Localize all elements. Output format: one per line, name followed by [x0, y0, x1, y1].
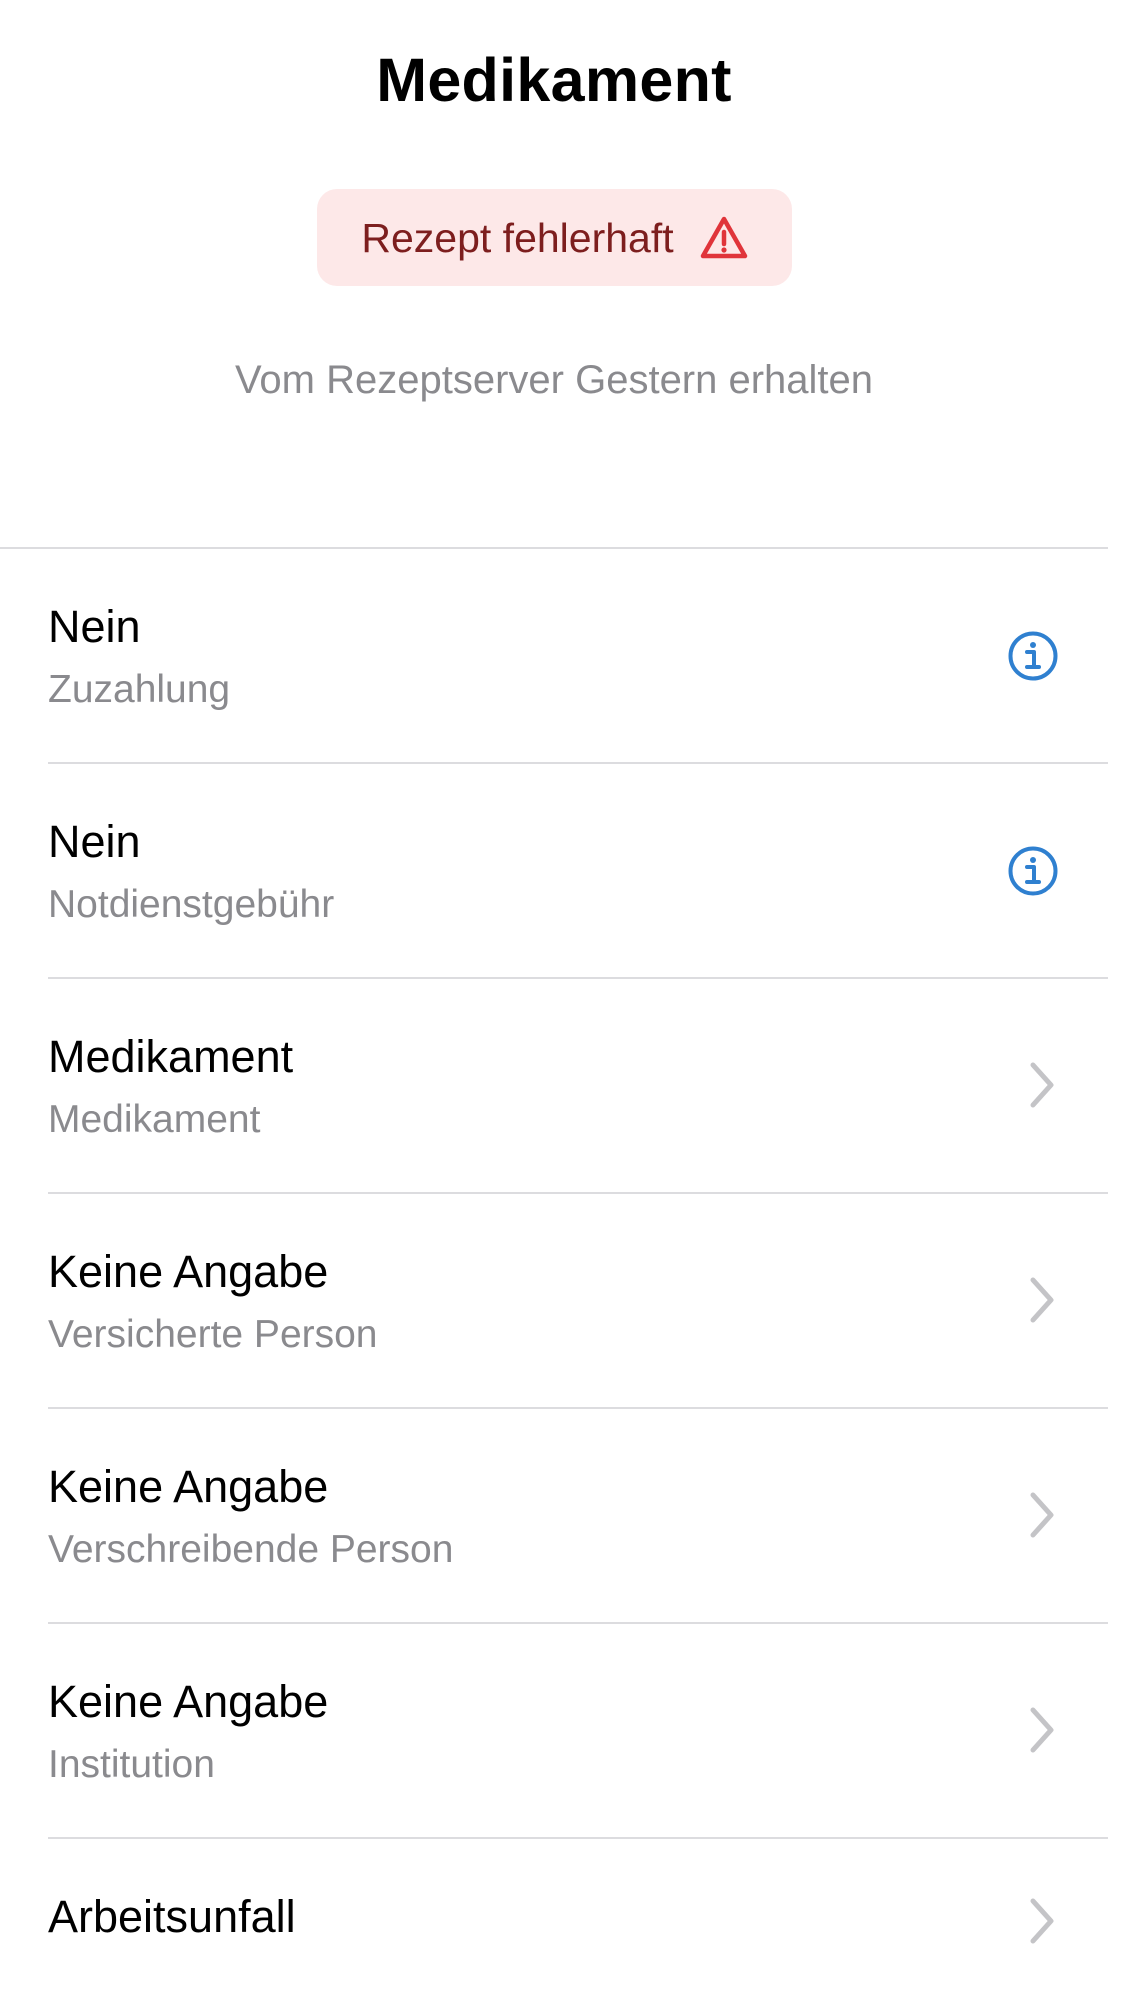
- chevron-right-icon: [1028, 1276, 1056, 1324]
- row-label: Verschreibende Person: [48, 1528, 454, 1571]
- row-notdienstgebuehr[interactable]: Nein Notdienstgebühr: [0, 764, 1108, 979]
- info-icon[interactable]: [1007, 845, 1059, 897]
- warning-icon: [700, 216, 748, 260]
- chevron-right-icon: [1028, 1061, 1056, 1109]
- details-list: Nein Zuzahlung Nein Notdienstgebühr Medi…: [0, 549, 1108, 2001]
- row-institution[interactable]: Keine Angabe Institution: [0, 1624, 1108, 1839]
- row-versicherte-person[interactable]: Keine Angabe Versicherte Person: [0, 1194, 1108, 1409]
- row-value: Arbeitsunfall: [48, 1891, 296, 1942]
- row-value: Keine Angabe: [48, 1461, 329, 1512]
- row-value: Keine Angabe: [48, 1676, 329, 1727]
- row-verschreibende-person[interactable]: Keine Angabe Verschreibende Person: [0, 1409, 1108, 1624]
- chevron-right-icon: [1028, 1491, 1056, 1539]
- row-label: Institution: [48, 1743, 215, 1786]
- received-info: Vom Rezeptserver Gestern erhalten: [234, 358, 874, 402]
- prescription-detail-screen: Medikament Rezept fehlerhaft Vom Rezepts…: [0, 0, 1125, 2001]
- status-badge: Rezept fehlerhaft: [317, 189, 792, 286]
- row-value: Nein: [48, 816, 141, 867]
- row-value: Nein: [48, 601, 141, 652]
- row-value: Keine Angabe: [48, 1246, 329, 1297]
- chevron-right-icon: [1028, 1706, 1056, 1754]
- row-arbeitsunfall[interactable]: Arbeitsunfall: [0, 1839, 1108, 2001]
- page-title: Medikament: [376, 46, 732, 114]
- info-icon[interactable]: [1007, 630, 1059, 682]
- row-label: Medikament: [48, 1098, 261, 1141]
- row-value: Medikament: [48, 1031, 294, 1082]
- row-medikament[interactable]: Medikament Medikament: [0, 979, 1108, 1194]
- row-label: Notdienstgebühr: [48, 883, 335, 926]
- row-label: Zuzahlung: [48, 668, 231, 711]
- status-badge-label: Rezept fehlerhaft: [361, 214, 674, 261]
- row-zuzahlung[interactable]: Nein Zuzahlung: [0, 549, 1108, 764]
- chevron-right-icon: [1028, 1897, 1056, 1945]
- row-label: Versicherte Person: [48, 1313, 378, 1356]
